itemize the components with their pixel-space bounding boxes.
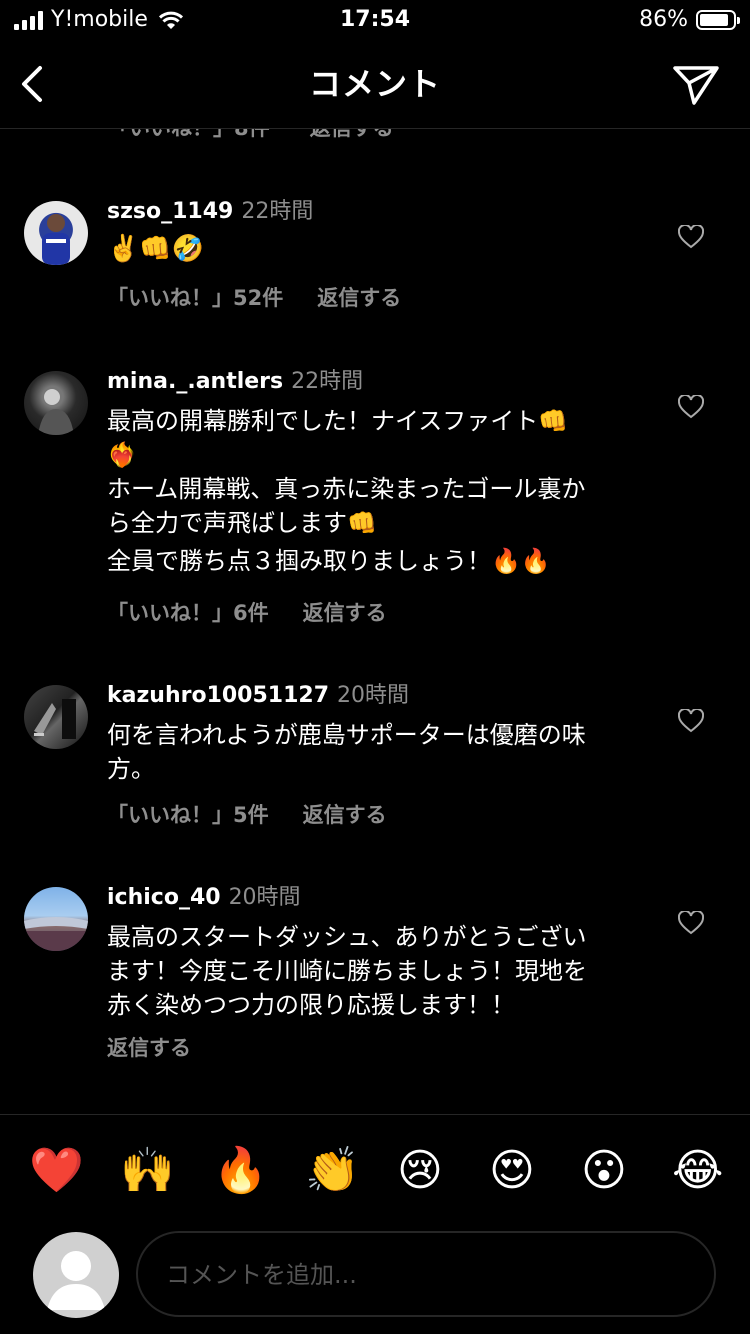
likes-count[interactable]: 「いいね！」52件 — [107, 286, 283, 310]
reply-button[interactable]: 返信する — [303, 601, 387, 625]
reaction-surprised-button[interactable]: 😮 — [581, 1143, 627, 1199]
comment-text: ✌️👊🤣 — [107, 234, 205, 264]
avatar — [33, 1232, 119, 1318]
send-icon[interactable] — [672, 64, 720, 106]
comment-time: 22時間 — [241, 199, 314, 224]
likes-count[interactable]: 「いいね！」8件 — [108, 129, 270, 140]
quick-reactions: ❤️ 🙌 🔥 👏 😢 😍 😮 😂 — [0, 1143, 750, 1199]
status-bar: Y!mobile 17:54 86% — [0, 0, 750, 40]
reaction-laughing-button[interactable]: 😂 — [672, 1143, 723, 1199]
comment-time: 22時間 — [291, 369, 364, 394]
comment-username[interactable]: ichico_40 — [107, 885, 221, 910]
heart-icon[interactable] — [678, 395, 704, 419]
reaction-clap-button[interactable]: 👏 — [305, 1143, 360, 1199]
comment-username[interactable]: kazuhro10051127 — [107, 683, 329, 708]
comment-text: 最高のスタートダッシュ、ありがとうござい ます！今度こそ川崎に勝ちましょう！現地… — [107, 923, 587, 1019]
battery-percent: 86% — [639, 7, 688, 32]
reaction-crying-button[interactable]: 😢 — [397, 1143, 443, 1199]
heart-icon[interactable] — [678, 225, 704, 249]
comment-composer-bar: ❤️ 🙌 🔥 👏 😢 😍 😮 😂 — [0, 1114, 750, 1334]
reply-button[interactable]: 返信する — [107, 1036, 191, 1060]
clock: 17:54 — [339, 7, 411, 32]
comment-text: 何を言われようが鹿島サポーターは優磨の味 方。 — [107, 721, 586, 783]
reaction-heart-eyes-button[interactable]: 😍 — [489, 1143, 535, 1199]
comment-input[interactable] — [164, 1233, 688, 1317]
comment-time: 20時間 — [337, 683, 410, 708]
reply-button[interactable]: 返信する — [310, 129, 394, 140]
reply-button[interactable]: 返信する — [317, 286, 401, 310]
comment-text: 最高の開幕勝利でした！ナイスファイト👊 ❤️‍🔥 ホーム開幕戦、真っ赤に染まった… — [107, 407, 586, 575]
user-placeholder-icon — [47, 1251, 105, 1310]
comment-username[interactable]: szso_1149 — [107, 199, 233, 224]
avatar[interactable] — [24, 887, 88, 951]
battery-icon — [696, 10, 740, 30]
page-title: コメント — [308, 65, 441, 103]
partial-comment-meta: 「いいね！」8件 返信する — [108, 129, 394, 143]
avatar[interactable] — [24, 201, 88, 265]
reply-button[interactable]: 返信する — [303, 803, 387, 827]
avatar[interactable] — [24, 371, 88, 435]
comment-input-wrapper — [136, 1231, 716, 1317]
comment-username[interactable]: mina._.antlers — [107, 369, 283, 394]
comment-list[interactable]: 「いいね！」8件返信する szso_114922時間 ✌️👊🤣 「いいね！」52… — [0, 129, 750, 1114]
reaction-fire-button[interactable]: 🔥 — [213, 1143, 268, 1199]
header: コメント — [0, 40, 750, 129]
reaction-heart-button[interactable]: ❤️ — [29, 1143, 84, 1199]
heart-icon[interactable] — [678, 709, 704, 733]
likes-count[interactable]: 「いいね！」5件 — [107, 803, 269, 827]
heart-icon[interactable] — [678, 911, 704, 935]
likes-count[interactable]: 「いいね！」6件 — [107, 601, 269, 625]
reaction-raised-hands-button[interactable]: 🙌 — [120, 1143, 175, 1199]
comment-time: 20時間 — [228, 885, 301, 910]
avatar[interactable] — [24, 685, 88, 749]
